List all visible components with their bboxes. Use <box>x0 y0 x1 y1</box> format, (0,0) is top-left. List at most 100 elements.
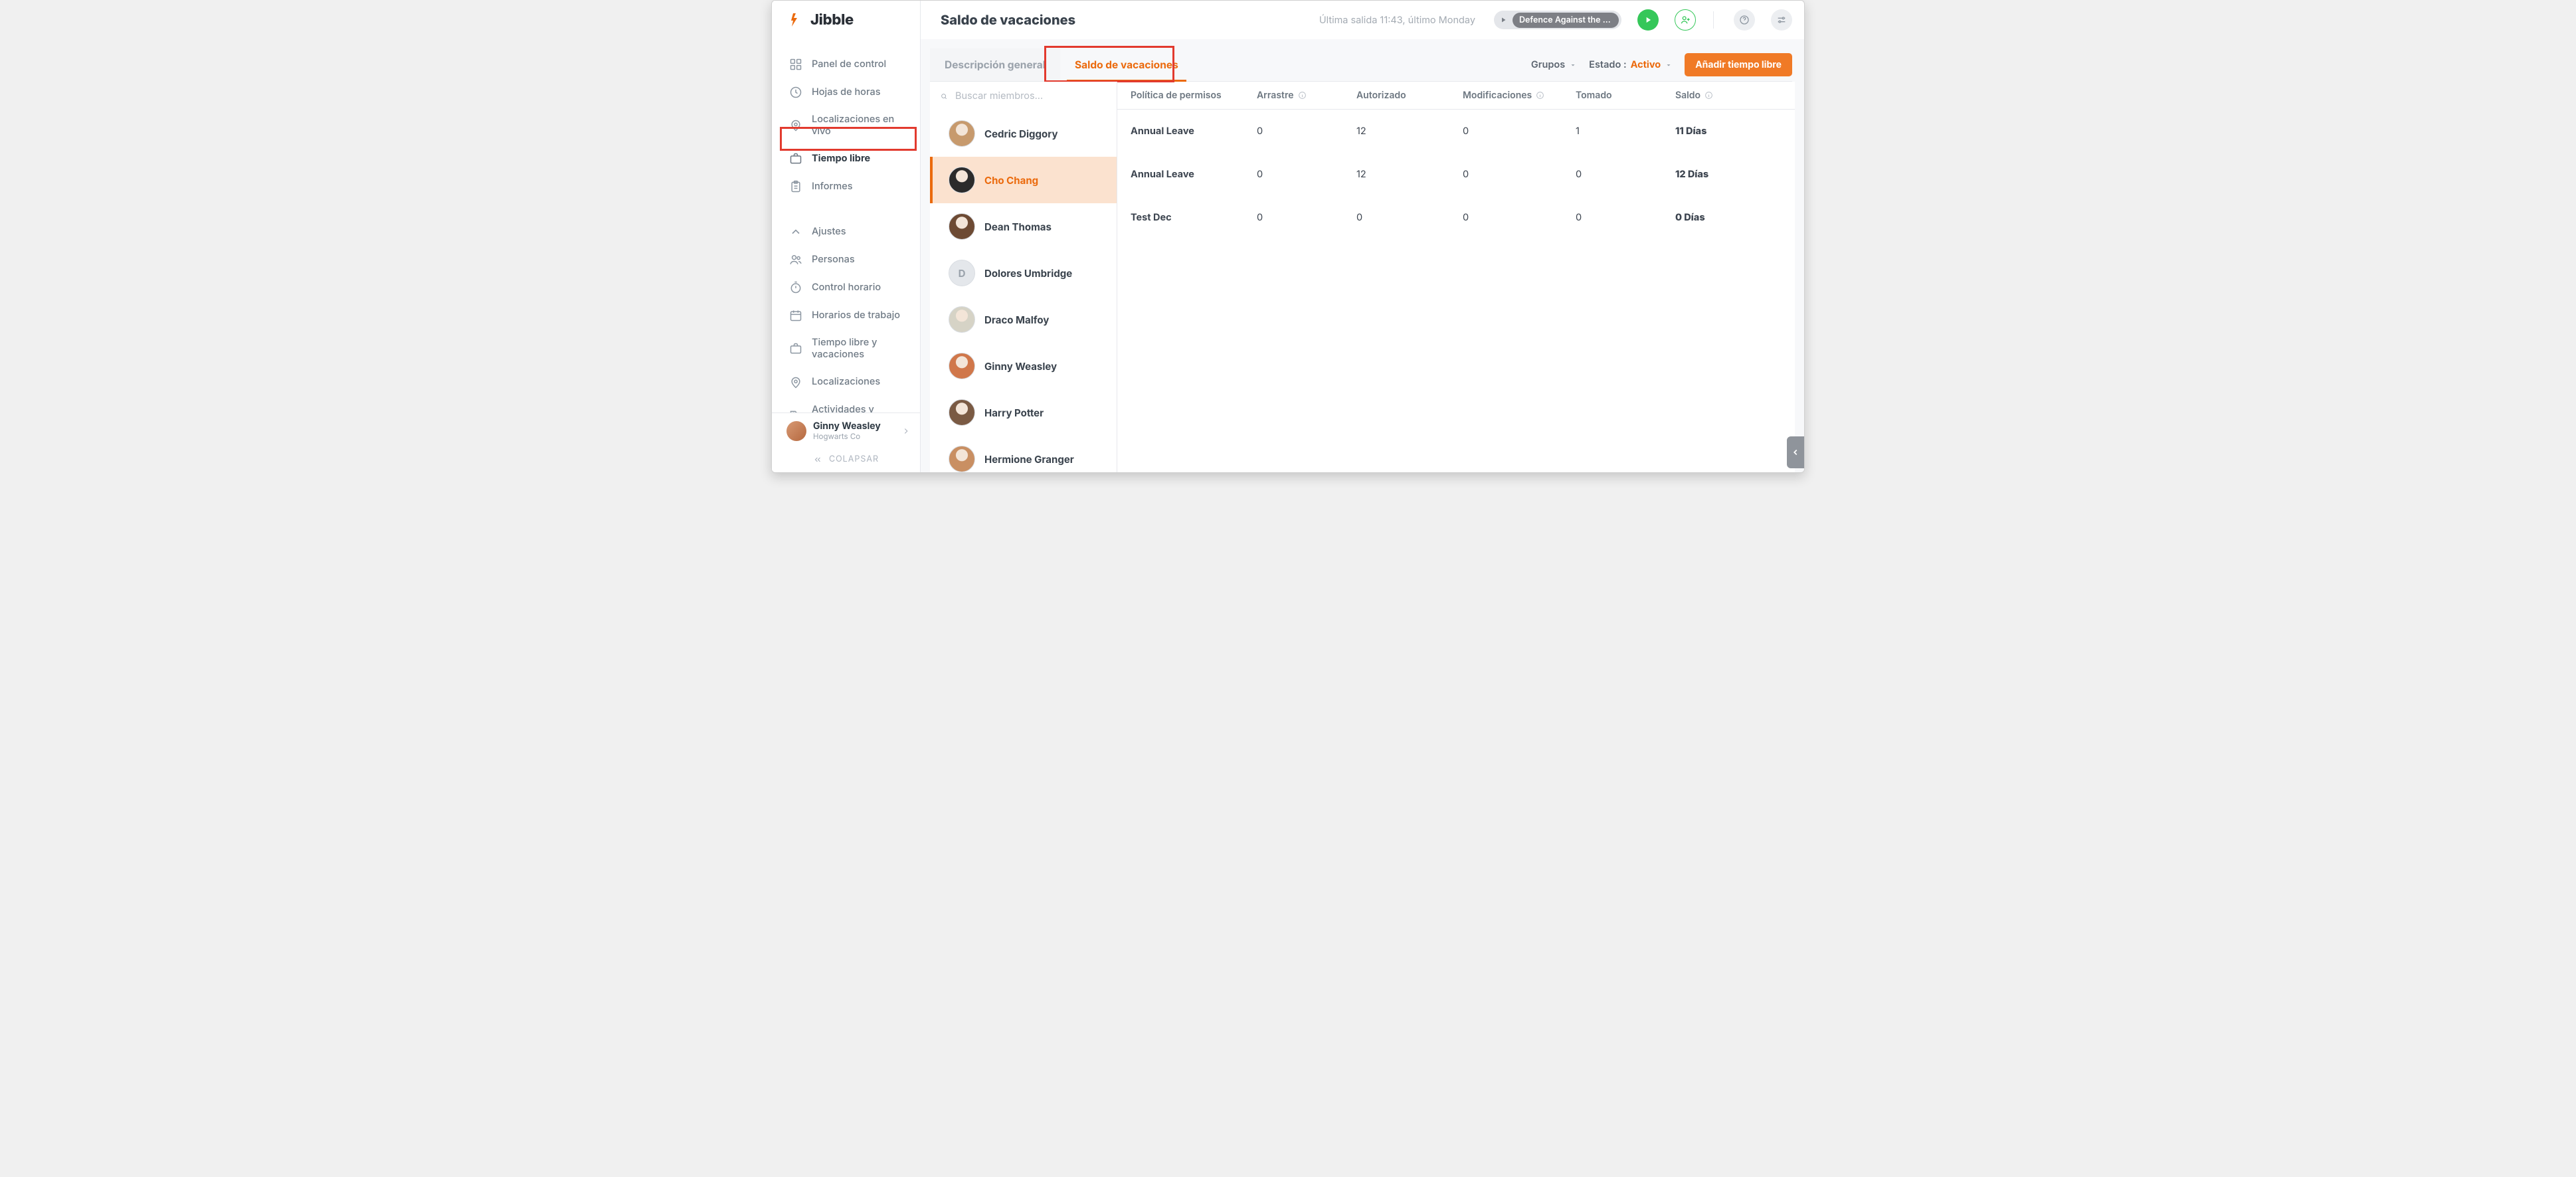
avatar <box>949 167 975 193</box>
settings-button[interactable] <box>1771 9 1792 31</box>
cell-policy: Test Dec <box>1131 212 1257 223</box>
add-time-off-button[interactable]: Añadir tiempo libre <box>1685 53 1792 76</box>
header: Saldo de vacaciones Última salida 11:43,… <box>921 1 1804 39</box>
nav-people[interactable]: Personas <box>772 246 920 273</box>
state-value: Activo <box>1631 59 1661 70</box>
brand-icon <box>789 12 805 28</box>
avatar <box>949 213 975 240</box>
cell-balance: 11 Días <box>1675 126 1782 137</box>
people-icon <box>789 253 802 266</box>
member-row[interactable]: Hermione Granger <box>930 436 1117 472</box>
dashboard-icon <box>789 58 802 71</box>
chevron-left-icon <box>1791 448 1800 457</box>
cell-taken: 0 <box>1576 169 1675 180</box>
nav-activities-projects[interactable]: Actividades y Proyectos <box>772 397 920 413</box>
member-name: Cedric Diggory <box>984 128 1058 140</box>
tab-overview[interactable]: Descripción general <box>930 48 1060 81</box>
nav-label: Tiempo libre <box>812 153 911 165</box>
table-column-header: Política de permisos <box>1131 90 1257 101</box>
chevron-right-icon <box>901 426 911 436</box>
members-list[interactable]: Cedric Diggory Cho ChangDean ThomasDDolor… <box>930 110 1117 472</box>
groups-dropdown[interactable]: Grupos <box>1531 59 1577 70</box>
tab-label: Saldo de vacaciones <box>1075 58 1178 71</box>
account-org: Hogwarts Co <box>813 432 895 441</box>
nav-label: Actividades y Proyectos <box>812 404 911 413</box>
content: Descripción general Saldo de vacaciones … <box>921 39 1804 472</box>
cell-carry: 0 <box>1257 126 1356 137</box>
balances-table: Política de permisosArrastreAutorizadoMo… <box>1117 82 1795 472</box>
nav-timesheets[interactable]: Hojas de horas <box>772 79 920 106</box>
cell-policy: Annual Leave <box>1131 126 1257 137</box>
sliders-icon <box>1776 15 1787 25</box>
nav-reports[interactable]: Informes <box>772 173 920 200</box>
nav-dashboard[interactable]: Panel de control <box>772 51 920 78</box>
nav-work-schedules[interactable]: Horarios de trabajo <box>772 302 920 329</box>
search-icon <box>941 90 947 102</box>
nav-label: Horarios de trabajo <box>812 310 911 321</box>
avatar <box>949 120 975 147</box>
table-row[interactable]: Test Dec00000 Días <box>1117 196 1795 239</box>
tab-leave-balances[interactable]: Saldo de vacaciones <box>1060 48 1193 81</box>
members-search-input[interactable] <box>954 90 1106 102</box>
groups-label: Grupos <box>1531 59 1565 70</box>
table-body: Annual Leave0120111 DíasAnnual Leave0120… <box>1117 110 1795 472</box>
avatar <box>786 421 806 441</box>
sidebar: Jibble Panel de control Hojas de horas L… <box>772 1 921 472</box>
play-icon <box>1643 15 1653 25</box>
clock-in-button[interactable] <box>1637 9 1659 31</box>
state-dropdown[interactable]: Estado : Activo <box>1589 59 1673 70</box>
nav-time-tracking[interactable]: Control horario <box>772 274 920 301</box>
member-row[interactable]: Cho Chang <box>930 157 1117 203</box>
help-icon <box>1739 15 1750 25</box>
clock-icon <box>789 86 802 99</box>
member-name: Draco Malfoy <box>984 314 1049 326</box>
page-title: Saldo de vacaciones <box>941 12 1075 28</box>
member-name: Harry Potter <box>984 407 1044 419</box>
nav-label: Localizaciones en vivo <box>812 114 911 137</box>
tab-label: Descripción general <box>945 58 1046 71</box>
table-header: Política de permisosArrastreAutorizadoMo… <box>1117 82 1795 110</box>
collapse-sidebar[interactable]: COLAPSAR <box>772 448 920 472</box>
table-row[interactable]: Annual Leave0120111 Días <box>1117 110 1795 153</box>
nav-leave-vacations[interactable]: Tiempo libre y vacaciones <box>772 330 920 367</box>
state-label: Estado : <box>1589 59 1626 70</box>
cell-policy: Annual Leave <box>1131 169 1257 180</box>
member-row[interactable]: DDolores Umbridge <box>930 250 1117 296</box>
brand: Jibble <box>772 1 920 39</box>
cell-adjust: 0 <box>1463 126 1576 137</box>
nav-locations[interactable]: Localizaciones <box>772 369 920 396</box>
column-label: Arrastre <box>1257 90 1294 101</box>
cell-balance: 0 Días <box>1675 212 1782 223</box>
info-icon <box>1536 91 1544 100</box>
cell-balance: 12 Días <box>1675 169 1782 180</box>
info-icon <box>1704 91 1713 100</box>
collapse-label: COLAPSAR <box>829 454 879 464</box>
nav-settings[interactable]: Ajustes <box>772 219 920 245</box>
member-row[interactable]: Cedric Diggory <box>930 110 1117 157</box>
right-drawer-toggle[interactable] <box>1787 436 1804 468</box>
main: Saldo de vacaciones Última salida 11:43,… <box>921 1 1804 472</box>
nav-label: Personas <box>812 254 911 266</box>
member-row[interactable]: Harry Potter <box>930 389 1117 436</box>
cell-carry: 0 <box>1257 212 1356 223</box>
member-name: Hermione Granger <box>984 453 1074 466</box>
toolbar: Descripción general Saldo de vacaciones … <box>930 48 1795 82</box>
avatar: D <box>949 260 975 286</box>
table-column-header: Autorizado <box>1356 90 1463 101</box>
nav-time-off[interactable]: Tiempo libre <box>772 145 920 172</box>
table-column-header: Tomado <box>1576 90 1675 101</box>
account-switcher[interactable]: Ginny Weasley Hogwarts Co <box>772 413 920 448</box>
cell-entitled: 12 <box>1356 169 1463 180</box>
caret-down-icon <box>1569 61 1577 69</box>
cell-adjust: 0 <box>1463 169 1576 180</box>
table-row[interactable]: Annual Leave0120012 Días <box>1117 153 1795 196</box>
nav-live-locations[interactable]: Localizaciones en vivo <box>772 107 920 144</box>
member-row[interactable]: Ginny Weasley <box>930 343 1117 389</box>
member-row[interactable]: Dean Thomas <box>930 203 1117 250</box>
brand-name: Jibble <box>810 11 854 29</box>
help-button[interactable] <box>1734 9 1755 31</box>
member-row[interactable]: Draco Malfoy <box>930 296 1117 343</box>
add-member-button[interactable] <box>1675 9 1696 31</box>
activity-badge[interactable]: Defence Against the Da… <box>1494 11 1621 29</box>
nav-label: Hojas de horas <box>812 86 911 98</box>
